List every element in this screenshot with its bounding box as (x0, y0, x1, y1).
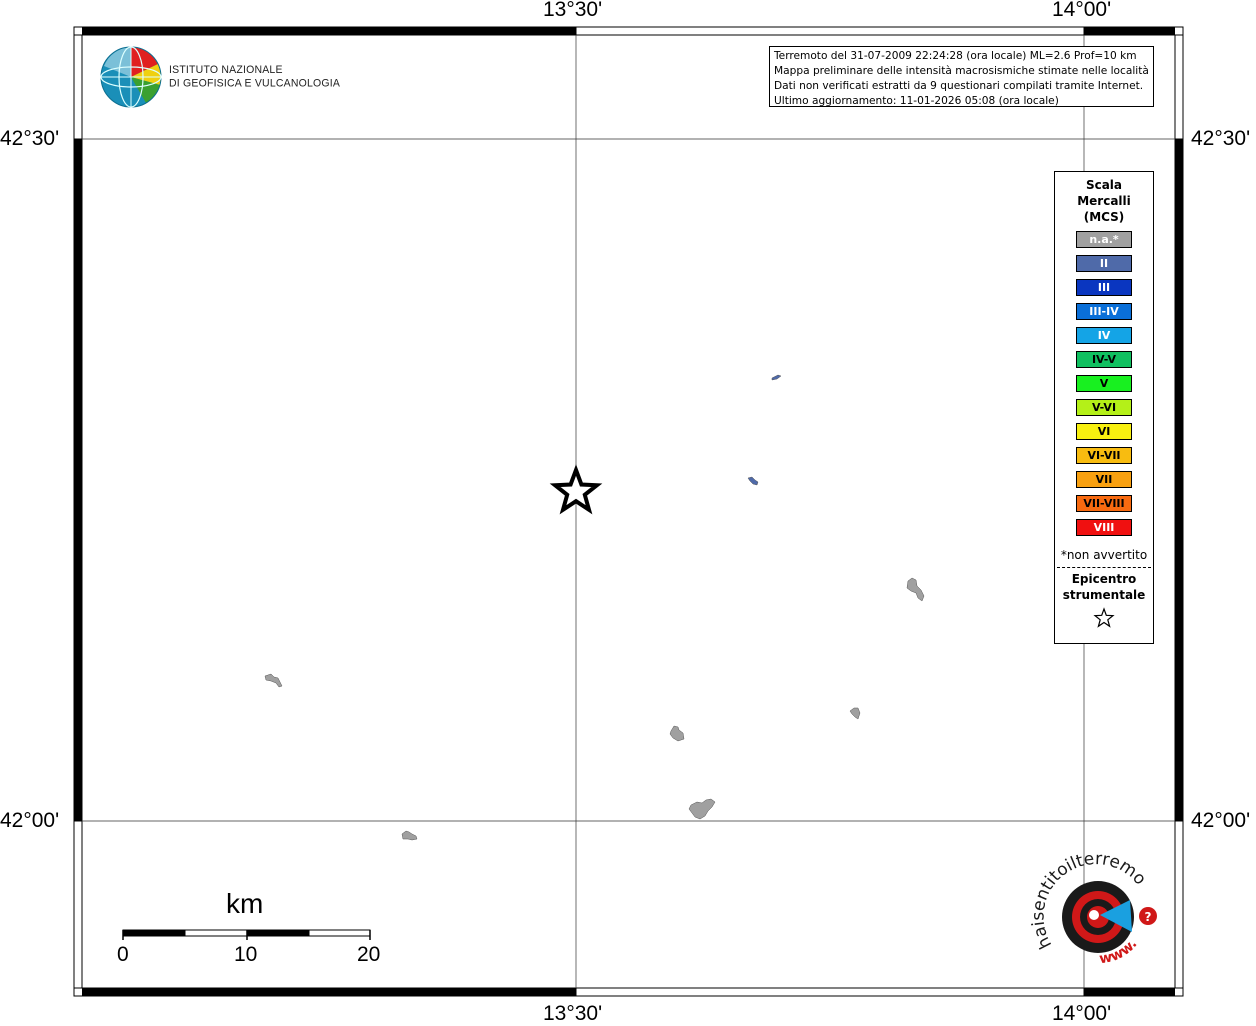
legend-note: *non avvertito (1060, 548, 1148, 562)
locality-shape (906, 577, 925, 602)
legend-item-iii: III (1076, 279, 1132, 296)
scale-tick-0: 0 (117, 943, 129, 966)
info-line-event: Terremoto del 31-07-2009 22:24:28 (ora l… (774, 50, 1137, 62)
info-line-last-update: Ultimo aggiornamento: 11-01-2026 05:08 (… (774, 95, 1059, 107)
mcs-legend: Scala Mercalli (MCS) n.a.* II III III-IV IV I… (1054, 171, 1154, 644)
legend-item-iv-v: IV-V (1076, 351, 1132, 368)
legend-item-ii: II (1076, 255, 1132, 272)
legend-item-vi-vii: VI-VII (1076, 447, 1132, 464)
legend-star-icon (1055, 607, 1153, 633)
scale-tick-20: 20 (357, 943, 381, 966)
legend-item-vii-viii: VII-VIII (1076, 495, 1132, 512)
lon-label-bottom-1330: 13°30' (543, 1002, 603, 1025)
ingv-logo-line1: ISTITUTO NAZIONALE (169, 63, 283, 76)
lon-label-top-1400: 14°00' (1052, 0, 1112, 21)
legend-item-vii: VII (1076, 471, 1132, 488)
legend-item-vi: VI (1076, 423, 1132, 440)
scale-tick-10: 10 (234, 943, 258, 966)
svg-text:?: ? (1145, 910, 1152, 924)
locality-shape (771, 374, 782, 381)
ingv-logo-text: ISTITUTO NAZIONALE DI GEOFISICA E VULCAN… (169, 63, 340, 90)
locality-shape (747, 476, 759, 486)
legend-item-iv: IV (1076, 327, 1132, 344)
scale-bar (122, 929, 371, 940)
lat-label-right-4200: 42°00' (1191, 809, 1251, 832)
lat-label-right-4230: 42°30' (1191, 127, 1251, 150)
legend-items: n.a.* II III III-IV IV IV-V V V-VI VI VI-VII VII VI… (1055, 231, 1153, 536)
legend-item-v: V (1076, 375, 1132, 392)
lat-label-left-4200: 42°00' (0, 809, 60, 832)
ingv-logo-line2: DI GEOFISICA E VULCANOLOGIA (169, 77, 341, 90)
locality-shape (264, 673, 283, 688)
legend-title-text: Scala Mercalli (MCS) (1077, 178, 1131, 224)
locality-polygons (264, 374, 925, 841)
info-line-description: Mappa preliminare delle intensità macros… (774, 65, 1149, 77)
graticule (82, 35, 1175, 988)
legend-item-iii-iv: III-IV (1076, 303, 1132, 320)
map-frame (73, 26, 1184, 997)
earthquake-info-box: Terremoto del 31-07-2009 22:24:28 (ora l… (769, 46, 1154, 107)
locality-shape (401, 830, 418, 841)
locality-shape (669, 725, 685, 742)
legend-item-n-a: n.a.* (1076, 231, 1132, 248)
lon-label-bottom-1400: 14°00' (1052, 1002, 1112, 1025)
locality-shape (849, 707, 861, 720)
locality-shape (688, 798, 716, 820)
legend-epicenter-label: Epicentro strumentale (1055, 571, 1153, 603)
legend-separator (1057, 567, 1151, 568)
scale-unit-label: km (226, 888, 264, 919)
lon-label-top-1330: 13°30' (543, 0, 603, 21)
legend-item-v-vi: V-VI (1076, 399, 1132, 416)
legend-epicenter-text: Epicentro strumentale (1062, 572, 1146, 602)
lat-label-left-4230: 42°30' (0, 127, 60, 150)
info-line-data-source: Dati non verificati estratti da 9 questi… (774, 80, 1144, 92)
ingv-globe-logo (100, 46, 162, 108)
legend-title: Scala Mercalli (MCS) (1055, 177, 1153, 225)
legend-item-viii: VIII (1076, 519, 1132, 536)
